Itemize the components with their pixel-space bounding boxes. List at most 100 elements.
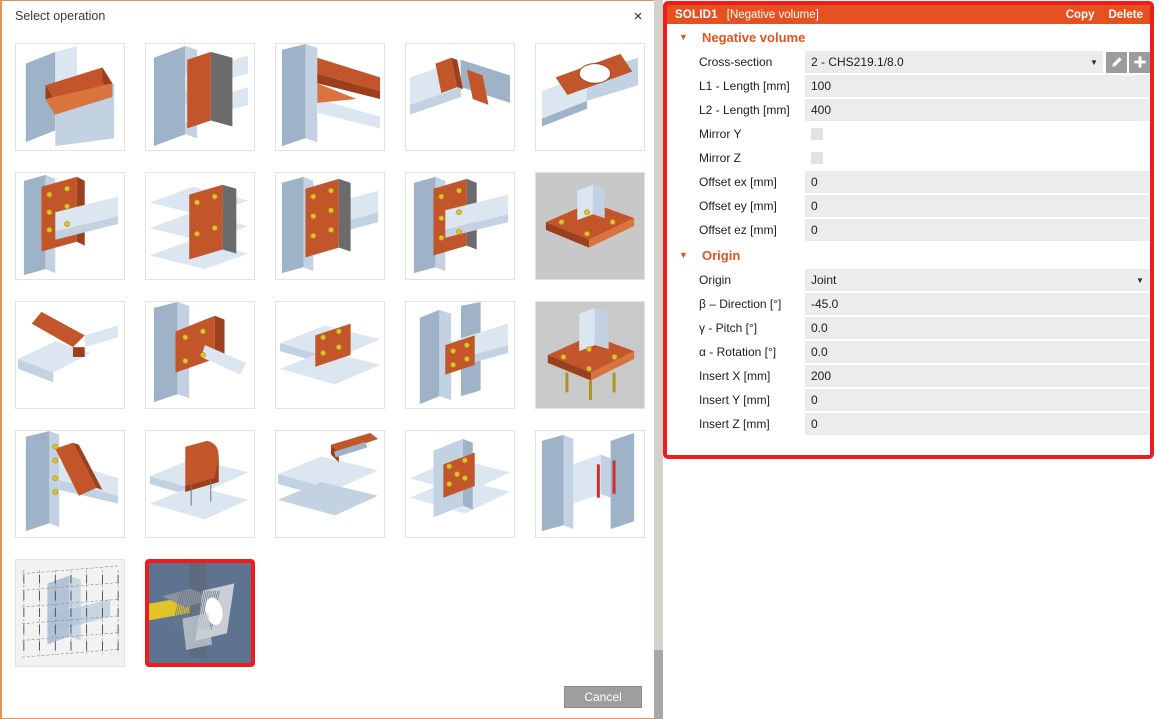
operation-thumbnail-haunch-stiffener[interactable] [275,43,385,151]
operation-thumbnail-grid [15,43,645,667]
property-value-offset-ey-mm[interactable]: 0 [805,195,1149,217]
property-row-insert-z-mm: Insert Z [mm] 0 [667,412,1150,436]
property-label-origin: Origin [699,273,732,287]
property-group-title: Negative volume [702,29,806,45]
checkbox-mirror-z[interactable] [811,152,823,164]
property-label-offset-ez-mm: Offset ez [mm] [699,223,777,237]
cap-plate-preview-icon [276,431,384,537]
property-value-l2-length-mm[interactable]: 400 [805,99,1149,121]
operation-thumbnail-web-plate-pair[interactable] [535,430,645,538]
dialog-scrollbar-track[interactable] [654,0,663,719]
property-label-l1-length-mm: L1 - Length [mm] [699,79,790,93]
operation-thumbnail-stiffener-pair[interactable] [405,43,515,151]
property-row-insert-x-mm: Insert X [mm] 200 [667,364,1150,388]
gusset-plate-brace-preview-icon [146,302,254,408]
property-value-mirror-z [805,147,1149,169]
dialog-footer: Cancel [2,676,660,718]
property-label-insert-x-mm: Insert X [mm] [699,369,771,383]
splice-bolted-web-preview-icon [406,302,514,408]
property-row-pitch: γ - Pitch [°] 0.0 [667,316,1150,340]
property-value-pitch[interactable]: 0.0 [805,317,1149,339]
property-value-l1-length-mm[interactable]: 100 [805,75,1149,97]
operation-thumbnail-mesh-model[interactable] [15,559,125,667]
property-group-header-origin[interactable]: ▼ Origin [667,242,1150,268]
close-icon[interactable]: × [628,6,648,26]
chevron-down-icon[interactable]: ▼ [1131,276,1149,285]
property-label-l2-length-mm: L2 - Length [mm] [699,103,790,117]
property-value-insert-z-mm[interactable]: 0 [805,413,1149,435]
select-operation-dialog: Select operation × Cancel [0,0,661,719]
property-value-offset-ez-mm[interactable]: 0 [805,219,1149,241]
property-value-offset-ex-mm[interactable]: 0 [805,171,1149,193]
operation-thumbnail-column-base-plate[interactable] [535,301,645,409]
property-row-offset-ez-mm: Offset ez [mm] 0 [667,218,1150,242]
column-base-plate-preview-icon [536,302,644,408]
operation-thumbnail-plate-to-web[interactable] [145,43,255,151]
edit-pencil-icon[interactable] [1106,51,1127,73]
property-row-l2-length-mm: L2 - Length [mm] 400 [667,98,1150,122]
operation-thumbnail-cap-plate[interactable] [275,430,385,538]
property-label-rotation: α - Rotation [°] [699,345,777,359]
operation-thumbnail-splice-bolted-web[interactable] [405,301,515,409]
operation-thumbnail-opening-in-web[interactable] [535,43,645,151]
property-value-mirror-y [805,123,1149,145]
plate-to-web-preview-icon [146,44,254,150]
operation-thumbnail-bolted-crossing[interactable] [405,430,515,538]
chevron-down-icon[interactable]: ▼ [679,32,693,42]
property-label-mirror-z: Mirror Z [699,151,741,165]
checkbox-mirror-y[interactable] [811,128,823,140]
operation-thumbnail-base-plate-anchors[interactable] [535,172,645,280]
property-group-title: Origin [702,247,741,263]
operation-thumbnail-negative-volume[interactable] [145,559,255,667]
property-row-l1-length-mm: L1 - Length [mm] 100 [667,74,1150,98]
add-plus-icon[interactable] [1129,51,1150,73]
curved-end-plate-preview-icon [146,431,254,537]
diagonal-stiffener-preview-icon [16,431,124,537]
chevron-down-icon[interactable]: ▼ [1085,58,1103,67]
operation-thumbnail-gusset-plate-brace[interactable] [145,301,255,409]
operation-thumbnail-fin-plate-double[interactable] [145,172,255,280]
operation-thumbnail-diagonal-stiffener[interactable] [15,430,125,538]
chevron-down-icon[interactable]: ▼ [679,250,693,260]
property-label-mirror-y: Mirror Y [699,127,742,141]
stiffener-pair-preview-icon [406,44,514,150]
property-label-insert-y-mm: Insert Y [mm] [699,393,770,407]
end-plate-column-preview-icon [406,173,514,279]
property-row-mirror-z: Mirror Z [667,146,1150,170]
cancel-button[interactable]: Cancel [564,686,642,708]
operation-thumbnail-end-plate-column[interactable] [405,172,515,280]
property-label-offset-ey-mm: Offset ey [mm] [699,199,777,213]
property-value-insert-x-mm[interactable]: 200 [805,365,1149,387]
properties-body: ▼ Negative volume Cross-section 2 - CHS219.… [667,24,1150,436]
bolted-splice-plate-preview-icon [276,173,384,279]
property-dropdown-origin[interactable]: Joint ▼ [805,269,1149,291]
delete-button[interactable]: Delete [1108,9,1143,21]
operation-thumbnail-bolted-splice-plate[interactable] [275,172,385,280]
base-plate-anchors-preview-icon [536,173,644,279]
property-label-pitch: γ - Pitch [°] [699,321,758,335]
entity-type-label: [Negative volume] [726,8,819,21]
operation-thumbnail-flange-cleat[interactable] [275,301,385,409]
property-value-cross-section: 2 - CHS219.1/8.0 [811,55,904,69]
property-row-origin: Origin Joint ▼ [667,268,1150,292]
property-group-header-negative-volume[interactable]: ▼ Negative volume [667,24,1150,50]
properties-header: SOLID1 [Negative volume] Copy Delete [667,5,1150,24]
operation-thumbnail-end-plate-bolted[interactable] [15,172,125,280]
entity-id-label: SOLID1 [675,8,718,21]
copy-button[interactable]: Copy [1066,9,1095,21]
dialog-scrollbar-thumb[interactable] [654,650,663,719]
operation-thumbnail-curved-end-plate[interactable] [145,430,255,538]
operation-thumbnail-cut-beam-by-beam[interactable] [15,43,125,151]
properties-panel: SOLID1 [Negative volume] Copy Delete ▼ Ne… [663,1,1154,459]
property-value-rotation[interactable]: 0.0 [805,341,1149,363]
operation-thumbnail-diagonal-gusset[interactable] [15,301,125,409]
property-value-direction[interactable]: -45.0 [805,293,1149,315]
property-value-insert-y-mm[interactable]: 0 [805,389,1149,411]
property-value-origin: Joint [811,273,837,287]
end-plate-bolted-preview-icon [16,173,124,279]
property-dropdown-cross-section[interactable]: 2 - CHS219.1/8.0 ▼ [805,51,1103,73]
property-row-offset-ex-mm: Offset ex [mm] 0 [667,170,1150,194]
web-plate-pair-preview-icon [536,431,644,537]
property-row-mirror-y: Mirror Y [667,122,1150,146]
opening-in-web-preview-icon [536,44,644,150]
